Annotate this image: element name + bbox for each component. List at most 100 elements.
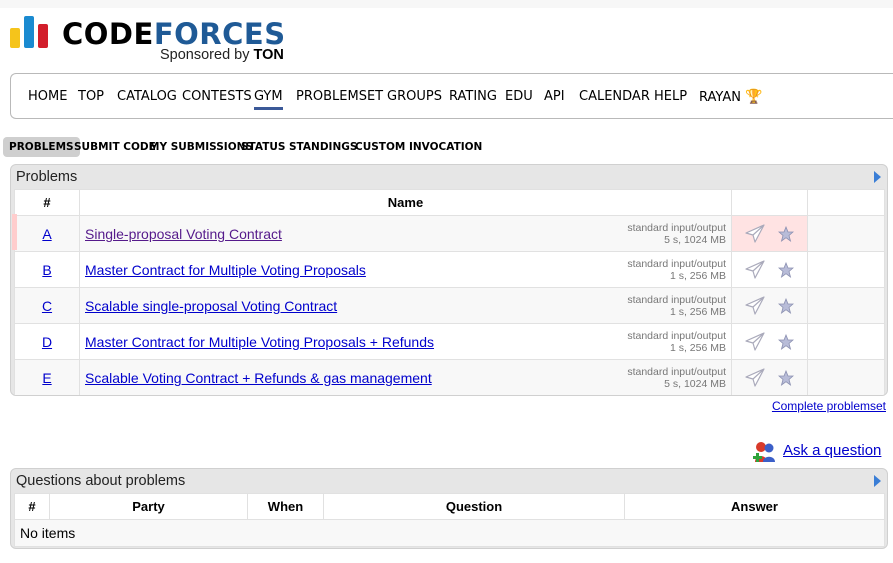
questions-box: Questions about problems # Party When Qu…	[10, 468, 888, 549]
submit-icon[interactable]	[744, 368, 766, 388]
problem-time-memory: 5 s, 1024 MB	[664, 378, 726, 390]
problem-name-link[interactable]: Single-proposal Voting Contract	[85, 226, 282, 242]
submit-icon[interactable]	[744, 224, 766, 244]
star-icon[interactable]	[778, 298, 794, 314]
problem-time-memory: 1 s, 256 MB	[669, 270, 726, 282]
table-row: D Master Contract for Multiple Voting Pr…	[14, 323, 885, 360]
header-name: Name	[79, 189, 732, 216]
header-answer: Answer	[624, 493, 885, 520]
header-when: When	[247, 493, 324, 520]
problem-actions-cell	[731, 359, 808, 395]
problems-title: Problems	[16, 169, 78, 185]
collapse-arrow-icon[interactable]	[874, 171, 881, 183]
problem-actions-cell	[731, 251, 808, 288]
accepted-row-marker	[12, 214, 17, 250]
menu-contests[interactable]: CONTESTS	[182, 89, 252, 104]
problem-index-link[interactable]: E	[42, 370, 51, 386]
star-icon[interactable]	[778, 370, 794, 386]
problem-actions-cell	[731, 287, 808, 324]
top-strip	[0, 0, 893, 8]
header-actions	[731, 189, 808, 216]
problem-name-cell: Single-proposal Voting Contract standard…	[79, 215, 732, 252]
header-index: #	[14, 189, 80, 216]
submit-icon[interactable]	[744, 332, 766, 352]
sponsored-by-text: Sponsored by	[160, 47, 250, 63]
menu-problemset[interactable]: PROBLEMSET	[296, 89, 383, 104]
problem-extra-cell	[807, 323, 885, 360]
star-icon[interactable]	[778, 262, 794, 278]
table-row: No items	[14, 519, 885, 547]
header-party: Party	[49, 493, 248, 520]
ask-question-link[interactable]: Ask a question	[783, 442, 881, 459]
problem-name-link[interactable]: Master Contract for Multiple Voting Prop…	[85, 262, 366, 278]
questions-title: Questions about problems	[16, 473, 186, 489]
menu-rating[interactable]: RATING	[449, 89, 497, 104]
ask-question-icon	[753, 442, 775, 462]
problem-limits: standard input/output 1 s, 256 MB	[627, 330, 726, 354]
trophy-icon: 🏆	[744, 89, 763, 105]
logo-bar-blue	[24, 16, 34, 48]
star-icon[interactable]	[778, 226, 794, 242]
table-row: E Scalable Voting Contract + Refunds & g…	[14, 359, 885, 395]
problem-index-link[interactable]: B	[42, 262, 51, 278]
menu-gym[interactable]: GYM	[254, 89, 283, 110]
submit-icon[interactable]	[744, 296, 766, 316]
problem-actions-cell	[731, 215, 808, 252]
menu-edu[interactable]: EDU	[505, 89, 533, 104]
problem-index-cell: A	[14, 215, 80, 252]
problem-io: standard input/output	[627, 222, 726, 234]
menu-catalog[interactable]: CATALOG	[117, 89, 177, 104]
problem-name-link[interactable]: Scalable Voting Contract + Refunds & gas…	[85, 370, 432, 386]
problem-name-cell: Master Contract for Multiple Voting Prop…	[79, 251, 732, 288]
menu-rayan-label: RAYAN	[699, 90, 741, 105]
menu-help[interactable]: HELP	[654, 89, 687, 104]
submenu-custom-invocation[interactable]: CUSTOM INVOCATION	[349, 137, 488, 157]
problem-index-link[interactable]: A	[42, 226, 51, 242]
logo-word-code: CODE	[62, 17, 154, 51]
problem-io: standard input/output	[627, 366, 726, 378]
star-icon[interactable]	[778, 334, 794, 350]
menu-api[interactable]: API	[544, 89, 565, 104]
problem-io: standard input/output	[627, 258, 726, 270]
problem-index-link[interactable]: D	[42, 334, 52, 350]
problem-name-cell: Scalable Voting Contract + Refunds & gas…	[79, 359, 732, 395]
problem-limits: standard input/output 1 s, 256 MB	[627, 258, 726, 282]
collapse-arrow-icon[interactable]	[874, 475, 881, 487]
problem-index-cell: C	[14, 287, 80, 324]
logo-word-forces: FORCES	[153, 17, 286, 51]
logo-wordmark: CODEFORCES	[62, 20, 286, 49]
problems-box: Problems # Name A Single-proposal Voting…	[10, 164, 888, 396]
problem-extra-cell	[807, 215, 885, 252]
problem-limits: standard input/output 1 s, 256 MB	[627, 294, 726, 318]
questions-table: # Party When Question Answer No items	[14, 493, 885, 547]
problem-extra-cell	[807, 251, 885, 288]
problem-io: standard input/output	[627, 330, 726, 342]
submit-icon[interactable]	[744, 260, 766, 280]
problem-io: standard input/output	[627, 294, 726, 306]
menu-groups[interactable]: GROUPS	[387, 89, 442, 104]
menu-rayan[interactable]: RAYAN 🏆	[699, 89, 762, 105]
problem-index-cell: E	[14, 359, 80, 395]
problems-header-row: # Name	[14, 189, 885, 216]
menu-top[interactable]: TOP	[78, 89, 104, 104]
complete-problemset-link[interactable]: Complete problemset	[772, 399, 886, 413]
problem-limits: standard input/output 5 s, 1024 MB	[627, 366, 726, 390]
problem-name-link[interactable]: Scalable single-proposal Voting Contract	[85, 298, 337, 314]
sponsor-line: Sponsored by TON	[160, 47, 284, 63]
header-qindex: #	[14, 493, 50, 520]
table-row: A Single-proposal Voting Contract standa…	[14, 215, 885, 252]
sponsor-name: TON	[253, 47, 284, 63]
problem-index-link[interactable]: C	[42, 298, 52, 314]
logo-bars-icon	[10, 16, 48, 48]
problem-time-memory: 1 s, 256 MB	[669, 342, 726, 354]
questions-header-row: # Party When Question Answer	[14, 493, 885, 520]
menu-calendar[interactable]: CALENDAR	[579, 89, 650, 104]
problem-limits: standard input/output 5 s, 1024 MB	[627, 222, 726, 246]
problem-name-link[interactable]: Master Contract for Multiple Voting Prop…	[85, 334, 434, 350]
no-items-text: No items	[14, 519, 885, 547]
header-question: Question	[323, 493, 625, 520]
problem-index-cell: B	[14, 251, 80, 288]
problem-index-cell: D	[14, 323, 80, 360]
menu-home[interactable]: HOME	[28, 89, 67, 104]
problem-time-memory: 1 s, 256 MB	[669, 306, 726, 318]
